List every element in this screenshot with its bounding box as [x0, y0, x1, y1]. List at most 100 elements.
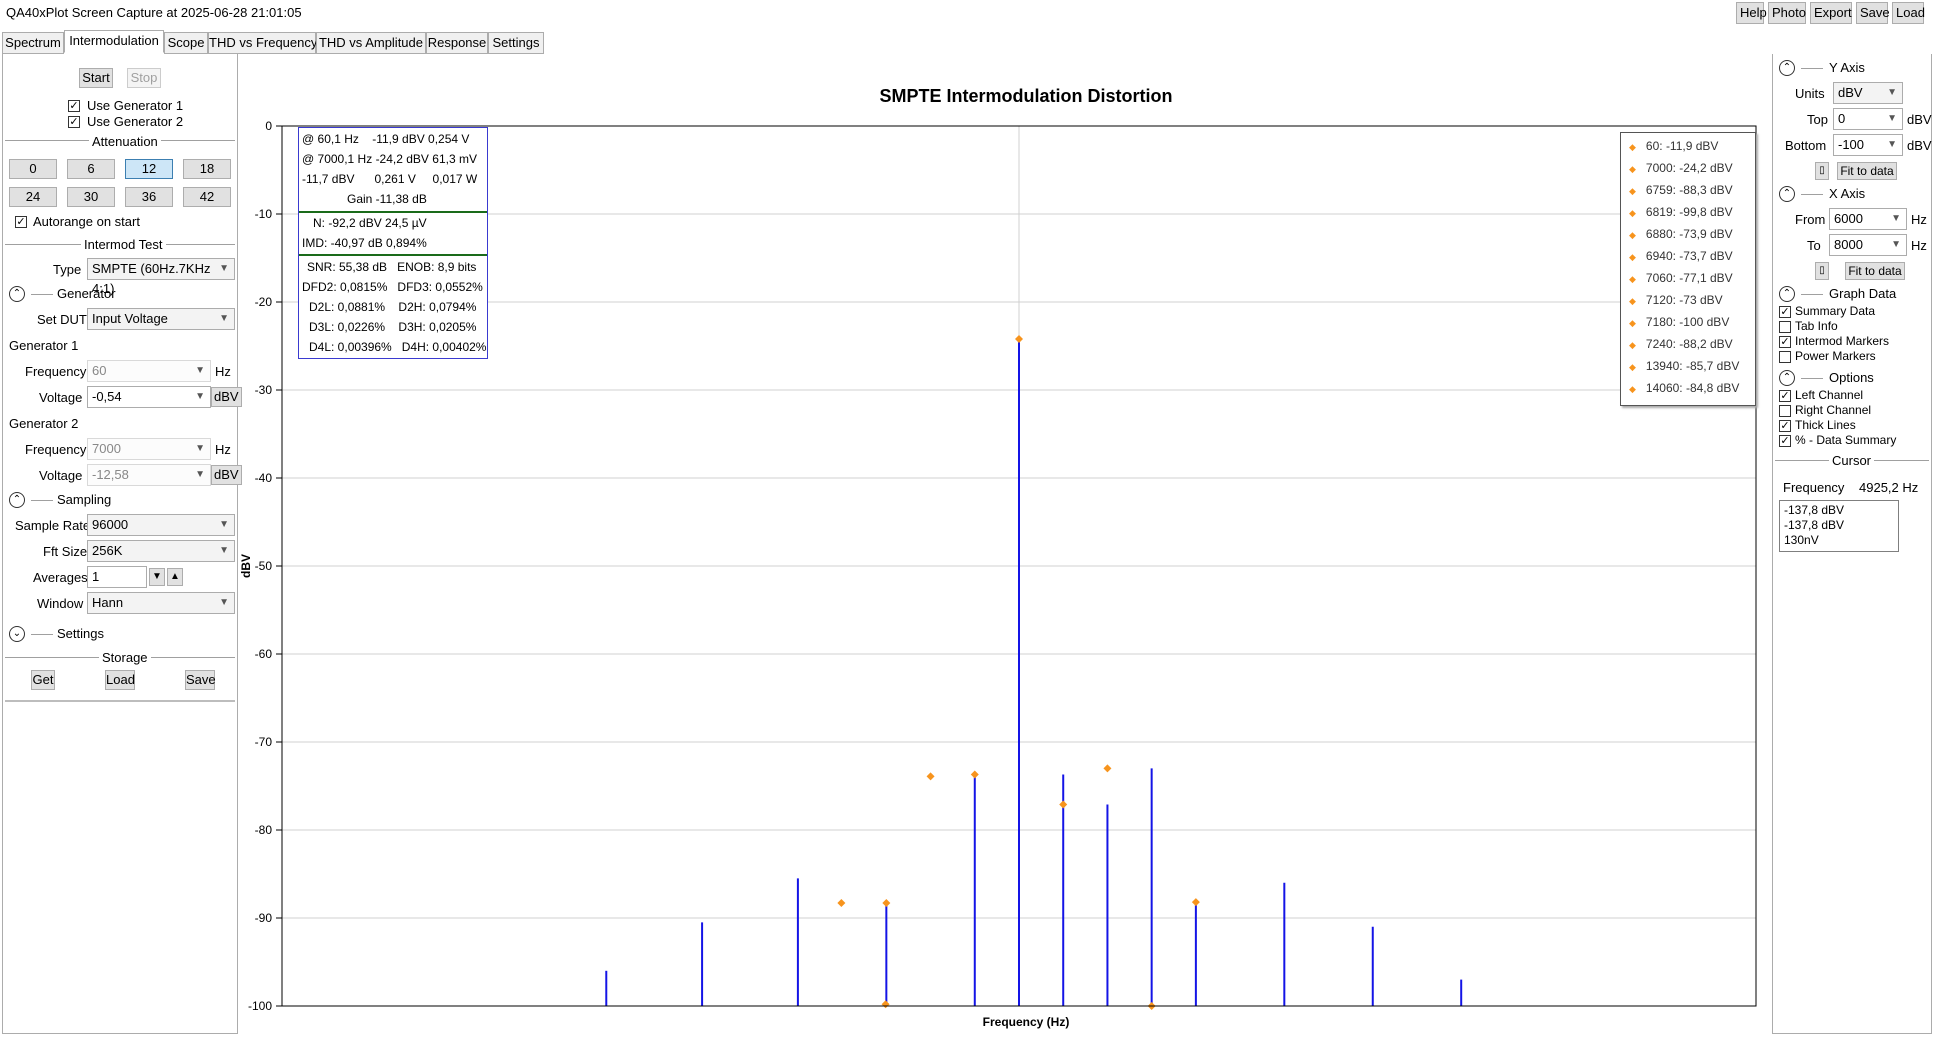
marker-point: [881, 1000, 890, 1009]
percent-data-summary-checkbox[interactable]: ✓: [1779, 435, 1791, 447]
summary-cell: 0,261 V: [374, 172, 416, 186]
bottom-input[interactable]: -100 ▼: [1833, 134, 1903, 156]
gen1-voltage-input[interactable]: -0,54 ▼: [87, 386, 211, 408]
y-tick-label: -100: [248, 999, 272, 1013]
attenuation-36-button[interactable]: 36: [125, 187, 173, 207]
summary-cell: D3L: 0,0226%: [309, 320, 386, 334]
use-generator-1-checkbox[interactable]: ✓: [68, 100, 80, 112]
type-select[interactable]: SMPTE (60Hz.7KHz 4:1) ▼: [87, 258, 235, 296]
type-label: Type: [53, 262, 82, 277]
fft-size-select[interactable]: 256K ▼: [87, 540, 235, 562]
attenuation-12-button[interactable]: 12: [125, 159, 173, 179]
legend-entry-label: 14060: -84,8 dBV: [1645, 381, 1740, 395]
attenuation-18-button[interactable]: 18: [183, 159, 231, 179]
collapse-options-icon[interactable]: ⌃: [1779, 370, 1795, 386]
load-button[interactable]: Load: [1892, 2, 1925, 24]
collapse-sampling-icon[interactable]: ⌃: [9, 492, 25, 508]
collapse-generator-icon[interactable]: ⌃: [9, 286, 25, 302]
divider: [31, 634, 53, 635]
top-unit: dBV: [1907, 112, 1932, 127]
attenuation-24-button[interactable]: 24: [9, 187, 57, 207]
storage-load-button[interactable]: Load: [105, 670, 135, 690]
tab-spectrum[interactable]: Spectrum: [2, 32, 64, 54]
photo-button[interactable]: Photo: [1768, 2, 1806, 24]
to-input[interactable]: 8000 ▼: [1829, 234, 1907, 256]
attenuation-6-button[interactable]: 6: [67, 159, 115, 179]
summary-data-checkbox[interactable]: ✓: [1779, 306, 1791, 318]
averages-increment-button[interactable]: ▲: [167, 568, 183, 586]
gen1-frequency-input[interactable]: 60 ▼: [87, 360, 211, 382]
divider: [5, 700, 235, 702]
averages-decrement-button[interactable]: ▼: [149, 568, 165, 586]
collapse-y-axis-icon[interactable]: ⌃: [1779, 60, 1795, 76]
cursor-values-box: -137,8 dBV -137,8 dBV 130nV: [1779, 500, 1899, 552]
help-button[interactable]: Help: [1736, 2, 1767, 24]
tab-thd-vs-frequency[interactable]: THD vs Frequency: [208, 32, 317, 54]
gen2-frequency-input[interactable]: 7000 ▼: [87, 438, 211, 460]
storage-get-button[interactable]: Get: [31, 670, 55, 690]
sample-rate-label: Sample Rate: [15, 518, 91, 533]
y-axis-lock-button[interactable]: ▯: [1815, 162, 1829, 180]
attenuation-30-button[interactable]: 30: [67, 187, 115, 207]
collapse-x-axis-icon[interactable]: ⌃: [1779, 186, 1795, 202]
marker-point: [970, 770, 979, 779]
set-dut-select[interactable]: Input Voltage ▼: [87, 308, 235, 330]
tab-info-label: Tab Info: [1795, 319, 1838, 333]
marker-diamond-icon: ◆: [1629, 186, 1636, 196]
fit-y-to-data-button[interactable]: Fit to data: [1837, 162, 1897, 180]
tab-response[interactable]: Response: [426, 32, 488, 54]
tab-intermodulation[interactable]: Intermodulation: [64, 30, 164, 53]
y-tick-label: -50: [255, 559, 273, 573]
save-button[interactable]: Save: [1856, 2, 1890, 24]
from-input[interactable]: 6000 ▼: [1829, 208, 1907, 230]
right-channel-checkbox[interactable]: [1779, 405, 1791, 417]
tab-info-checkbox[interactable]: [1779, 321, 1791, 333]
chevron-down-icon: ▼: [195, 365, 205, 376]
x-axis-lock-button[interactable]: ▯: [1815, 262, 1829, 280]
gen2-voltage-input[interactable]: -12,58 ▼: [87, 464, 211, 486]
gen2-voltage-unit-button[interactable]: dBV: [211, 465, 242, 485]
window-select[interactable]: Hann ▼: [87, 592, 235, 614]
export-button[interactable]: Export: [1810, 2, 1852, 24]
sample-rate-select[interactable]: 96000 ▼: [87, 514, 235, 536]
tab-scope[interactable]: Scope: [164, 32, 208, 54]
attenuation-42-button[interactable]: 42: [183, 187, 231, 207]
chevron-down-icon: ▼: [219, 313, 229, 324]
storage-header: Storage: [99, 650, 151, 665]
chevron-down-icon: ▼: [219, 597, 229, 608]
collapse-graph-data-icon[interactable]: ⌃: [1779, 286, 1795, 302]
from-unit: Hz: [1911, 212, 1927, 227]
units-select[interactable]: dBV ▼: [1833, 82, 1903, 104]
from-value: 6000: [1834, 211, 1863, 226]
gen1-voltage-unit-button[interactable]: dBV: [211, 387, 242, 407]
intermod-markers-checkbox[interactable]: ✓: [1779, 336, 1791, 348]
tab-thd-vs-amplitude[interactable]: THD vs Amplitude: [316, 32, 426, 54]
left-channel-checkbox[interactable]: ✓: [1779, 390, 1791, 402]
averages-input[interactable]: 1: [87, 566, 147, 588]
storage-save-button[interactable]: Save: [185, 670, 216, 690]
marker-diamond-icon: ◆: [1629, 362, 1636, 372]
use-generator-2-checkbox[interactable]: ✓: [68, 116, 80, 128]
cursor-value: -137,8 dBV: [1784, 518, 1845, 532]
summary-cell: @ 7000,1 Hz: [302, 152, 373, 166]
summary-cell: DFD3: 0,0552%: [397, 280, 483, 294]
power-markers-checkbox[interactable]: [1779, 351, 1791, 363]
attenuation-0-button[interactable]: 0: [9, 159, 57, 179]
fit-x-to-data-button[interactable]: Fit to data: [1845, 262, 1905, 280]
autorange-checkbox[interactable]: ✓: [15, 216, 27, 228]
units-label: Units: [1795, 86, 1825, 101]
stop-button[interactable]: Stop: [127, 68, 161, 88]
summary-cell: D2H: 0,0794%: [398, 300, 477, 314]
sample-rate-value: 96000: [92, 517, 129, 532]
top-input[interactable]: 0 ▼: [1833, 108, 1903, 130]
thick-lines-checkbox[interactable]: ✓: [1779, 420, 1791, 432]
start-button[interactable]: Start: [79, 68, 113, 88]
divider: [31, 294, 53, 295]
marker-diamond-icon: ◆: [1629, 164, 1636, 174]
chevron-down-icon: ▼: [195, 469, 205, 480]
x-axis-header: X Axis: [1829, 186, 1866, 201]
summary-cell: D3H: 0,0205%: [398, 320, 477, 334]
cursor-value: 130nV: [1784, 533, 1819, 547]
tab-settings[interactable]: Settings: [488, 32, 544, 54]
expand-settings-icon[interactable]: ⌄: [9, 626, 25, 642]
